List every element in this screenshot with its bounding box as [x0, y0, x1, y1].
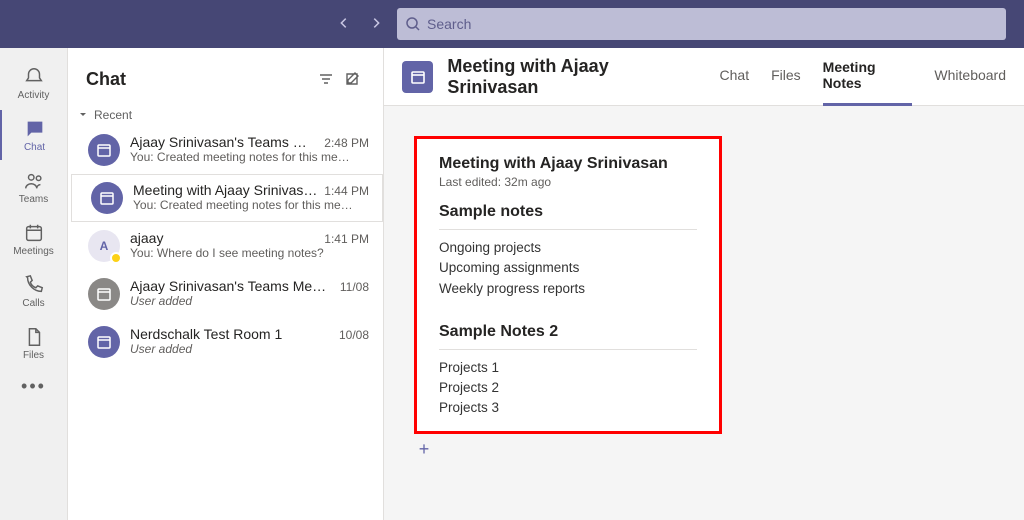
notes-line: Weekly progress reports: [439, 279, 697, 299]
chat-title: ajaay: [130, 230, 318, 246]
tab-chat[interactable]: Chat: [720, 48, 750, 106]
chat-time: 1:41 PM: [324, 232, 369, 246]
chat-preview: You: Created meeting notes for this me…: [130, 150, 369, 164]
notes-line: Projects 2: [439, 378, 697, 398]
chat-time: 11/08: [340, 280, 369, 294]
calendar-icon: [91, 182, 123, 214]
chat-item[interactable]: Ajaay Srinivasan's Teams Mee… 2:48 PM You…: [68, 126, 383, 174]
rail-label: Chat: [24, 142, 45, 153]
tab-whiteboard[interactable]: Whiteboard: [934, 48, 1006, 106]
chat-item[interactable]: A ajaay 1:41 PM You: Where do I see meeti…: [68, 222, 383, 270]
calendar-icon: [402, 61, 433, 93]
main-pane: Meeting with Ajaay Srinivasan Chat Files…: [384, 48, 1024, 520]
rail-more-icon[interactable]: •••: [21, 376, 46, 397]
search-icon: [405, 16, 421, 35]
rail-label: Activity: [18, 90, 50, 101]
calendar-icon: [88, 278, 120, 310]
notes-title: Meeting with Ajaay Srinivasan: [439, 155, 697, 173]
chat-item[interactable]: Nerdschalk Test Room 1 10/08 User added: [68, 318, 383, 366]
filter-icon[interactable]: [313, 66, 339, 92]
search-input[interactable]: [397, 8, 1006, 40]
divider: [439, 349, 697, 350]
top-bar: [0, 0, 1024, 48]
chat-preview: User added: [130, 294, 369, 308]
recent-section[interactable]: Recent: [68, 104, 383, 126]
rail-item-calls[interactable]: Calls: [0, 266, 68, 316]
rail-item-meetings[interactable]: Meetings: [0, 214, 68, 264]
chat-title: Ajaay Srinivasan's Teams Mee…: [130, 134, 318, 150]
tab-files[interactable]: Files: [771, 48, 801, 106]
notes-section-heading: Sample Notes 2: [439, 323, 697, 341]
notes-last-edited: Last edited: 32m ago: [439, 175, 697, 189]
rail-label: Calls: [22, 298, 44, 309]
rail-label: Files: [23, 350, 44, 361]
notes-line: Projects 1: [439, 358, 697, 378]
avatar: A: [88, 230, 120, 262]
app-rail: Activity Chat Teams Meetings Calls Files…: [0, 48, 68, 520]
recent-label: Recent: [94, 108, 132, 122]
conversation-header: Meeting with Ajaay Srinivasan Chat Files…: [384, 48, 1024, 106]
rail-item-chat[interactable]: Chat: [0, 110, 68, 160]
chat-list-header: Chat: [86, 69, 313, 90]
chat-item[interactable]: Ajaay Srinivasan's Teams Meeting 11/08 Us…: [68, 270, 383, 318]
chat-time: 2:48 PM: [324, 136, 369, 150]
rail-label: Teams: [19, 194, 48, 205]
nav-back-icon[interactable]: [337, 16, 351, 33]
notes-section-heading: Sample notes: [439, 203, 697, 221]
chat-preview: User added: [130, 342, 369, 356]
chat-title: Nerdschalk Test Room 1: [130, 326, 333, 342]
compose-icon[interactable]: [339, 66, 365, 92]
chat-title: Meeting with Ajaay Srinivasan: [133, 182, 318, 198]
rail-item-teams[interactable]: Teams: [0, 162, 68, 212]
rail-item-files[interactable]: Files: [0, 318, 68, 368]
presence-away-icon: [110, 252, 122, 264]
chat-time: 10/08: [339, 328, 369, 342]
rail-item-activity[interactable]: Activity: [0, 58, 68, 108]
tab-meeting-notes[interactable]: Meeting Notes: [823, 48, 913, 106]
calendar-icon: [88, 326, 120, 358]
nav-forward-icon[interactable]: [369, 16, 383, 33]
notes-line: Ongoing projects: [439, 238, 697, 258]
chat-title: Ajaay Srinivasan's Teams Meeting: [130, 278, 334, 294]
calendar-icon: [88, 134, 120, 166]
chat-item[interactable]: Meeting with Ajaay Srinivasan 1:44 PM You…: [68, 174, 383, 222]
add-section-button[interactable]: +: [414, 440, 434, 460]
divider: [439, 229, 697, 230]
chat-time: 1:44 PM: [324, 184, 369, 198]
chat-list-pane: Chat Recent Ajaay Srinivasan's Teams Mee…: [68, 48, 384, 520]
conversation-title: Meeting with Ajaay Srinivasan: [447, 56, 699, 98]
meeting-notes-card[interactable]: Meeting with Ajaay Srinivasan Last edite…: [414, 136, 722, 434]
notes-line: Upcoming assignments: [439, 258, 697, 278]
notes-line: Projects 3: [439, 398, 697, 418]
chat-preview: You: Created meeting notes for this me…: [133, 198, 369, 212]
rail-label: Meetings: [13, 246, 54, 257]
chat-preview: You: Where do I see meeting notes?: [130, 246, 369, 260]
